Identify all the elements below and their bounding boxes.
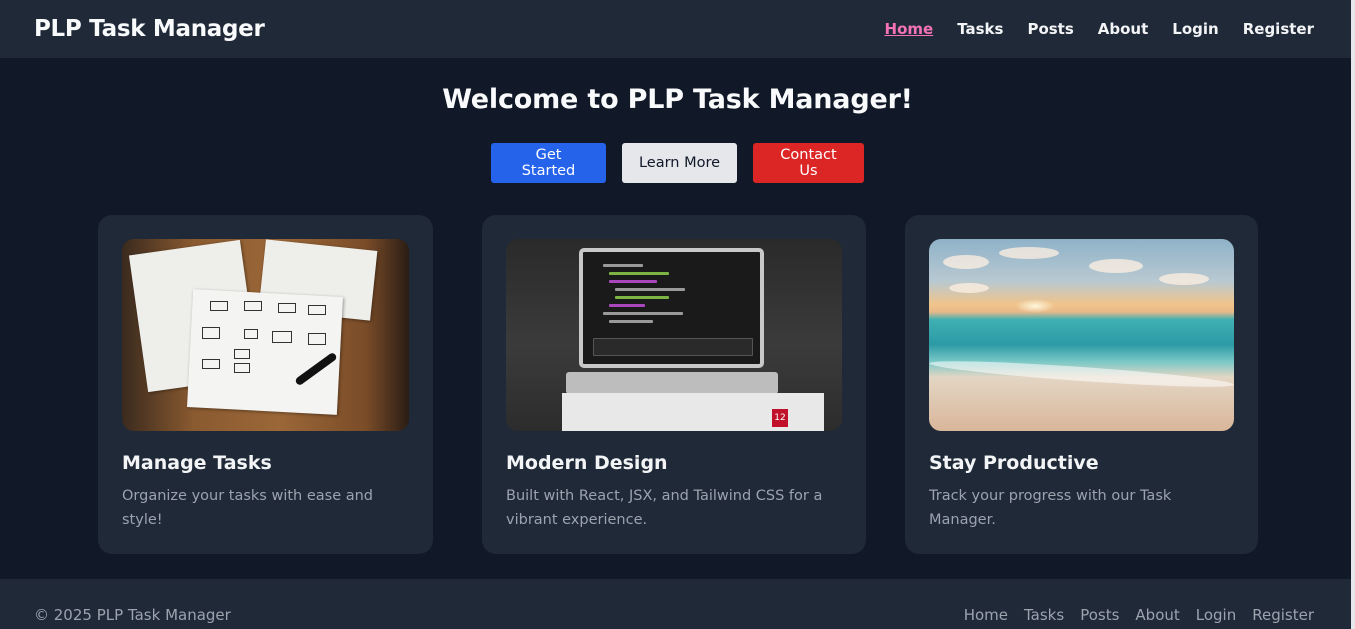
- contact-us-button[interactable]: Contact Us: [753, 143, 864, 183]
- footer-copyright: © 2025 PLP Task Manager: [34, 606, 231, 624]
- card-image-beach-sunset: [929, 239, 1234, 431]
- feature-card-manage-tasks: Manage Tasks Organize your tasks with ea…: [98, 215, 433, 554]
- footer-link-about[interactable]: About: [1135, 606, 1179, 624]
- card-title: Manage Tasks: [122, 452, 272, 474]
- footer-link-posts[interactable]: Posts: [1080, 606, 1119, 624]
- nav-link-login[interactable]: Login: [1172, 20, 1218, 38]
- card-description: Track your progress with our Task Manage…: [929, 488, 1172, 528]
- footer-link-home[interactable]: Home: [964, 606, 1008, 624]
- page-scrollbar[interactable]: [1351, 0, 1355, 629]
- nav-link-register[interactable]: Register: [1243, 20, 1314, 38]
- card-description: Organize your tasks with ease and style!: [122, 488, 374, 528]
- footer-link-register[interactable]: Register: [1252, 606, 1314, 624]
- learn-more-button[interactable]: Learn More: [622, 143, 737, 183]
- footer-link-tasks[interactable]: Tasks: [1024, 606, 1064, 624]
- nav-link-posts[interactable]: Posts: [1027, 20, 1073, 38]
- nav-link-tasks[interactable]: Tasks: [957, 20, 1003, 38]
- card-image-paper-workflow: [122, 239, 409, 431]
- hero-title: Welcome to PLP Task Manager!: [442, 84, 913, 115]
- navbar: PLP Task Manager Home Tasks Posts About …: [0, 0, 1355, 58]
- hero-buttons: Get Started Learn More Contact Us: [0, 143, 1355, 183]
- card-title: Stay Productive: [929, 452, 1099, 474]
- footer: © 2025 PLP Task Manager Home Tasks Posts…: [0, 579, 1355, 629]
- brand-logo-text[interactable]: PLP Task Manager: [34, 16, 265, 42]
- footer-link-login[interactable]: Login: [1196, 606, 1236, 624]
- main-nav: Home Tasks Posts About Login Register: [885, 20, 1314, 38]
- get-started-button[interactable]: Get Started: [491, 143, 606, 183]
- feature-card-stay-productive: Stay Productive Track your progress with…: [905, 215, 1258, 554]
- nav-link-home[interactable]: Home: [885, 20, 934, 38]
- footer-nav: Home Tasks Posts About Login Register: [964, 606, 1314, 624]
- card-image-laptop-code: 12: [506, 239, 842, 431]
- card-title: Modern Design: [506, 452, 668, 474]
- nav-link-about[interactable]: About: [1098, 20, 1149, 38]
- card-description: Built with React, JSX, and Tailwind CSS …: [506, 488, 823, 528]
- feature-card-modern-design: 12 Modern Design Built with React, JSX, …: [482, 215, 866, 554]
